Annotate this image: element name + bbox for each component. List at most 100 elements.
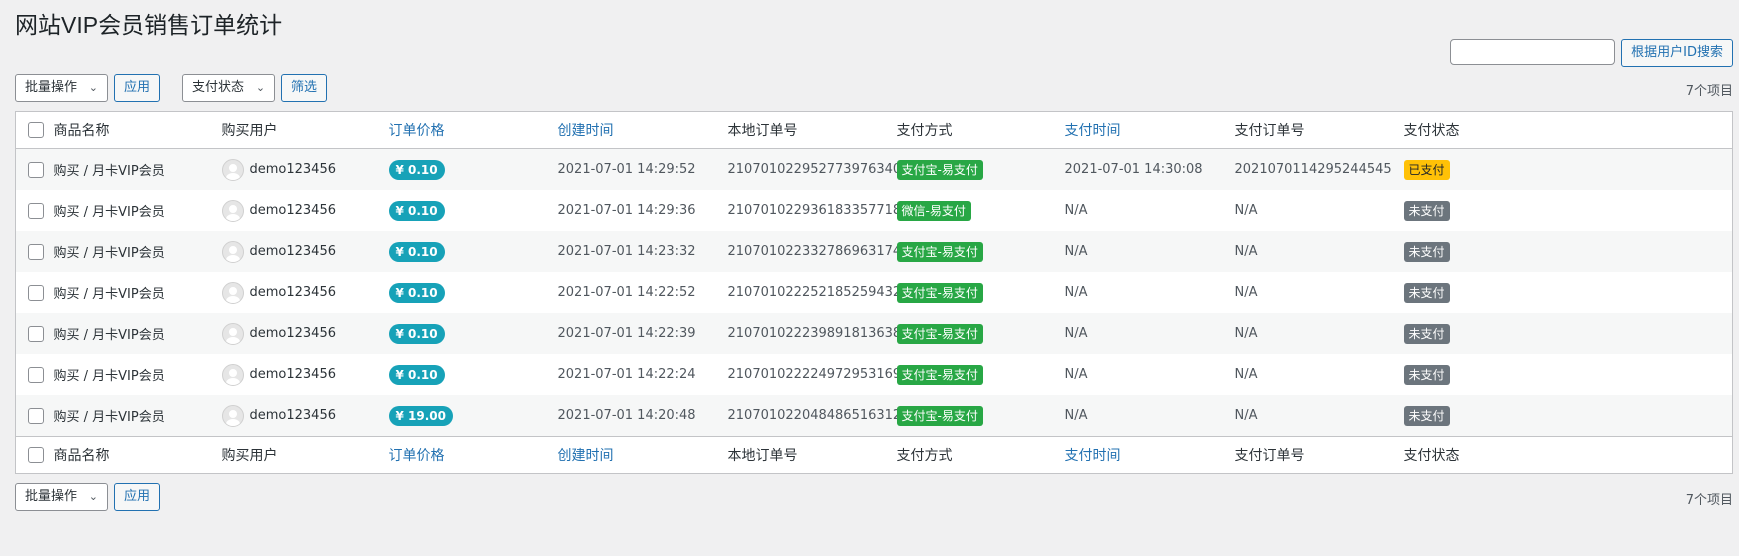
select-all-checkbox[interactable] bbox=[28, 122, 44, 138]
local-order-no: 210701022936183357718 bbox=[727, 203, 902, 218]
col-pay-status: 支付状态 bbox=[1403, 123, 1460, 139]
pay-method-badge: 支付宝-易支付 bbox=[896, 241, 983, 262]
pay-order-no: N/A bbox=[1234, 285, 1258, 300]
pay-status-select[interactable]: 支付状态 ⌄ bbox=[182, 74, 276, 102]
local-order-no: 210701022952773976340 bbox=[727, 162, 902, 177]
created-time: 2021-07-01 14:22:24 bbox=[557, 367, 696, 382]
buyer: demo123456 bbox=[221, 240, 389, 263]
pay-method-badge: 支付宝-易支付 bbox=[896, 282, 983, 303]
product-name: 购买 / 月卡VIP会员 bbox=[53, 246, 165, 261]
avatar bbox=[221, 199, 244, 222]
product-name: 购买 / 月卡VIP会员 bbox=[53, 410, 165, 425]
pay-order-no: N/A bbox=[1234, 408, 1258, 423]
avatar bbox=[221, 363, 244, 386]
buyer: demo123456 bbox=[221, 158, 389, 181]
bulk-action-select[interactable]: 批量操作 ⌄ bbox=[15, 74, 109, 102]
bulk-action-select-label: 批量操作 bbox=[25, 489, 78, 504]
pay-method-badge: 支付宝-易支付 bbox=[896, 405, 983, 426]
row-checkbox[interactable] bbox=[28, 284, 44, 301]
col-pay-time-sort[interactable]: 支付时间 bbox=[1065, 112, 1235, 149]
pay-method-badge: 支付宝-易支付 bbox=[896, 159, 983, 180]
col-order-no: 本地订单号 bbox=[727, 123, 798, 139]
pay-time: N/A bbox=[1064, 244, 1088, 259]
product-name: 购买 / 月卡VIP会员 bbox=[53, 369, 165, 384]
created-time: 2021-07-01 14:23:32 bbox=[557, 244, 696, 259]
col-user: 购买用户 bbox=[221, 448, 278, 464]
col-product: 商品名称 bbox=[53, 123, 110, 139]
chevron-down-icon: ⌄ bbox=[255, 81, 266, 94]
col-price-sort[interactable]: 订单价格 bbox=[389, 112, 558, 149]
bulk-action-select-label: 批量操作 bbox=[25, 80, 78, 95]
search-input[interactable] bbox=[1450, 39, 1616, 65]
apply-button[interactable]: 应用 bbox=[114, 74, 161, 102]
table-row: 购买 / 月卡VIP会员 demo123456 ¥ 0.10 2021-07-01 1… bbox=[15, 148, 1733, 190]
pay-status-select-label: 支付状态 bbox=[192, 80, 245, 95]
col-created-sort[interactable]: 创建时间 bbox=[558, 437, 728, 474]
buyer-name: demo123456 bbox=[249, 408, 337, 423]
row-checkbox[interactable] bbox=[28, 161, 44, 178]
local-order-no: 210701022048486516312 bbox=[727, 408, 902, 423]
local-order-no: 210701022224972953169 bbox=[727, 367, 902, 382]
avatar bbox=[221, 281, 244, 304]
pay-time: N/A bbox=[1064, 408, 1088, 423]
row-checkbox[interactable] bbox=[28, 202, 44, 219]
table-row: 购买 / 月卡VIP会员 demo123456 ¥ 0.10 2021-07-01 1… bbox=[15, 272, 1733, 313]
page-title: 网站VIP会员销售订单统计 bbox=[15, 12, 283, 38]
top-tablenav: 批量操作 ⌄ 应用 支付状态 ⌄ 筛选 bbox=[15, 74, 328, 102]
avatar bbox=[221, 158, 244, 181]
local-order-no: 210701022239891813638 bbox=[727, 326, 902, 341]
col-pay-status: 支付状态 bbox=[1403, 448, 1460, 464]
col-product: 商品名称 bbox=[53, 448, 110, 464]
bottom-tablenav: 批量操作 ⌄ 应用 bbox=[15, 483, 161, 511]
status-badge: 未支付 bbox=[1403, 364, 1450, 385]
col-price-sort[interactable]: 订单价格 bbox=[389, 437, 558, 474]
apply-button-bottom[interactable]: 应用 bbox=[114, 483, 161, 511]
table-row: 购买 / 月卡VIP会员 demo123456 ¥ 0.10 2021-07-01 1… bbox=[15, 313, 1733, 354]
created-time: 2021-07-01 14:22:39 bbox=[557, 326, 696, 341]
row-checkbox[interactable] bbox=[28, 243, 44, 260]
avatar bbox=[221, 240, 244, 263]
price-badge: ¥ 0.10 bbox=[388, 200, 445, 221]
price-badge: ¥ 19.00 bbox=[388, 405, 453, 426]
table-row: 购买 / 月卡VIP会员 demo123456 ¥ 19.00 2021-07-01 … bbox=[15, 395, 1733, 437]
buyer-name: demo123456 bbox=[249, 326, 337, 341]
avatar bbox=[221, 404, 244, 427]
buyer: demo123456 bbox=[221, 281, 389, 304]
row-checkbox[interactable] bbox=[28, 366, 44, 383]
table-row: 购买 / 月卡VIP会员 demo123456 ¥ 0.10 2021-07-01 1… bbox=[15, 190, 1733, 231]
pay-method-badge: 支付宝-易支付 bbox=[896, 323, 983, 344]
price-badge: ¥ 0.10 bbox=[388, 323, 445, 344]
price-badge: ¥ 0.10 bbox=[388, 364, 445, 385]
select-all-checkbox-bottom[interactable] bbox=[28, 447, 44, 463]
buyer: demo123456 bbox=[221, 199, 389, 222]
bulk-action-select-bottom[interactable]: 批量操作 ⌄ bbox=[15, 483, 109, 511]
col-pay-method: 支付方式 bbox=[896, 123, 953, 139]
pay-order-no: N/A bbox=[1234, 203, 1258, 218]
row-checkbox[interactable] bbox=[28, 325, 44, 342]
pay-time: N/A bbox=[1064, 285, 1088, 300]
col-created-sort[interactable]: 创建时间 bbox=[558, 112, 728, 149]
price-badge: ¥ 0.10 bbox=[388, 159, 445, 180]
search-by-user-id-button[interactable]: 根据用户ID搜索 bbox=[1621, 39, 1733, 67]
status-badge: 未支付 bbox=[1403, 405, 1450, 426]
local-order-no: 210701022252185259432 bbox=[727, 285, 902, 300]
filter-button[interactable]: 筛选 bbox=[281, 74, 328, 102]
status-badge: 未支付 bbox=[1403, 200, 1450, 221]
item-count: 7个项目 bbox=[1685, 84, 1733, 99]
local-order-no: 210701022332786963174 bbox=[727, 244, 902, 259]
buyer: demo123456 bbox=[221, 322, 389, 345]
col-pay-time-sort[interactable]: 支付时间 bbox=[1065, 437, 1235, 474]
created-time: 2021-07-01 14:20:48 bbox=[557, 408, 696, 423]
pay-time: 2021-07-01 14:30:08 bbox=[1064, 162, 1203, 177]
buyer-name: demo123456 bbox=[249, 162, 337, 177]
table-footer-row: 商品名称 购买用户 订单价格 创建时间 本地订单号 支付方式 支付时间 支付订单… bbox=[15, 436, 1733, 474]
price-badge: ¥ 0.10 bbox=[388, 282, 445, 303]
buyer: demo123456 bbox=[221, 404, 389, 427]
table-header-row: 商品名称 购买用户 订单价格 创建时间 本地订单号 支付方式 支付时间 支付订单… bbox=[15, 112, 1733, 149]
row-checkbox[interactable] bbox=[28, 407, 44, 424]
buyer-name: demo123456 bbox=[249, 203, 337, 218]
pay-order-no: N/A bbox=[1234, 326, 1258, 341]
created-time: 2021-07-01 14:22:52 bbox=[557, 285, 696, 300]
status-badge: 未支付 bbox=[1403, 241, 1450, 262]
pay-time: N/A bbox=[1064, 203, 1088, 218]
